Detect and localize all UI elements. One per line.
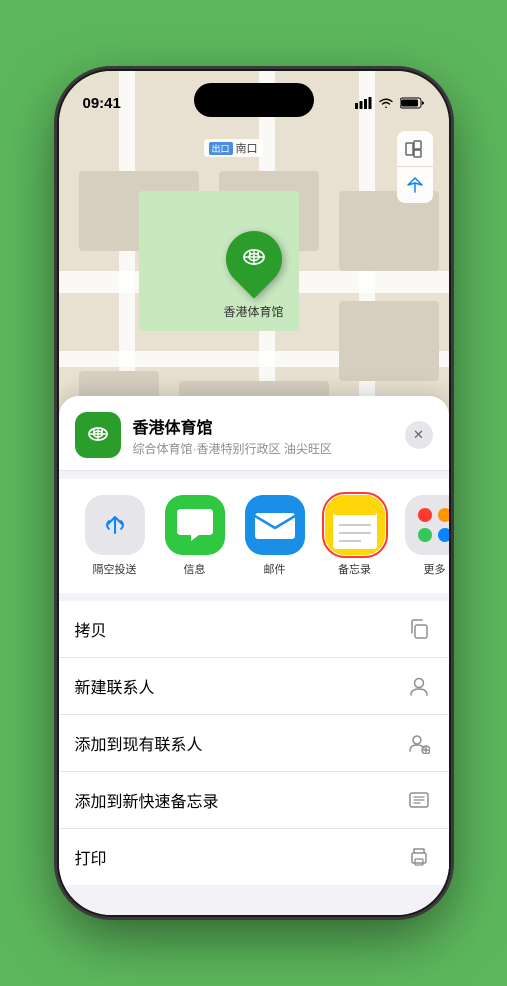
action-quick-note[interactable]: 添加到新快速备忘录	[59, 772, 449, 829]
more-label: 更多	[424, 561, 446, 577]
map-type-icon	[405, 139, 425, 159]
pin-label: 香港体育馆	[223, 303, 283, 320]
bottom-sheet: 香港体育馆 综合体育馆·香港特别行政区 油尖旺区 ✕ 隔空投送	[59, 396, 449, 915]
stadium-pin[interactable]: 香港体育馆	[223, 231, 283, 320]
location-button[interactable]	[397, 167, 433, 203]
location-arrow-icon	[406, 176, 424, 194]
notes-label: 备忘录	[338, 561, 371, 577]
phone-frame: 09:41	[59, 71, 449, 915]
stadium-sheet-icon	[84, 421, 112, 449]
add-contact-icon	[405, 729, 433, 757]
new-contact-label: 新建联系人	[75, 674, 155, 698]
signal-icon	[355, 97, 372, 109]
status-icons	[355, 97, 425, 109]
notes-icon	[325, 495, 385, 555]
action-add-contact[interactable]: 添加到现有联系人	[59, 715, 449, 772]
share-row: 隔空投送 信息	[59, 479, 449, 593]
sheet-title: 香港体育馆	[133, 414, 393, 438]
status-time: 09:41	[83, 95, 121, 112]
print-icon	[405, 843, 433, 871]
close-button[interactable]: ✕	[405, 421, 433, 449]
new-contact-icon	[405, 672, 433, 700]
share-more[interactable]: 更多	[395, 495, 449, 577]
more-icon	[405, 495, 449, 555]
home-indicator-space	[59, 885, 449, 915]
action-list: 拷贝 新建联系人	[59, 601, 449, 885]
airdrop-label: 隔空投送	[93, 561, 137, 577]
action-print[interactable]: 打印	[59, 829, 449, 885]
wifi-icon	[378, 97, 394, 109]
share-notes[interactable]: 备忘录	[315, 495, 395, 577]
mail-label: 邮件	[264, 561, 286, 577]
messages-label: 信息	[184, 561, 206, 577]
sheet-title-area: 香港体育馆 综合体育馆·香港特别行政区 油尖旺区	[133, 414, 393, 457]
map-controls	[397, 131, 433, 203]
venue-icon	[75, 412, 121, 458]
messages-icon	[165, 495, 225, 555]
dynamic-island	[194, 83, 314, 117]
airdrop-icon	[85, 495, 145, 555]
share-messages[interactable]: 信息	[155, 495, 235, 577]
share-airdrop[interactable]: 隔空投送	[75, 495, 155, 577]
quick-note-icon	[405, 786, 433, 814]
map-exit-badge: 出口	[209, 142, 233, 155]
copy-label: 拷贝	[75, 617, 107, 641]
quick-note-label: 添加到新快速备忘录	[75, 788, 219, 812]
close-icon: ✕	[413, 427, 424, 443]
sheet-header: 香港体育馆 综合体育馆·香港特别行政区 油尖旺区 ✕	[59, 396, 449, 471]
add-contact-label: 添加到现有联系人	[75, 731, 203, 755]
pin-marker	[214, 219, 293, 298]
share-mail[interactable]: 邮件	[235, 495, 315, 577]
action-copy[interactable]: 拷贝	[59, 601, 449, 658]
map-south-label: 出口 南口	[204, 139, 263, 157]
stadium-icon	[238, 244, 268, 274]
mail-icon	[245, 495, 305, 555]
copy-icon	[405, 615, 433, 643]
map-type-button[interactable]	[397, 131, 433, 167]
battery-icon	[400, 97, 425, 109]
sheet-subtitle: 综合体育馆·香港特别行政区 油尖旺区	[133, 440, 393, 457]
print-label: 打印	[75, 845, 107, 869]
action-new-contact[interactable]: 新建联系人	[59, 658, 449, 715]
